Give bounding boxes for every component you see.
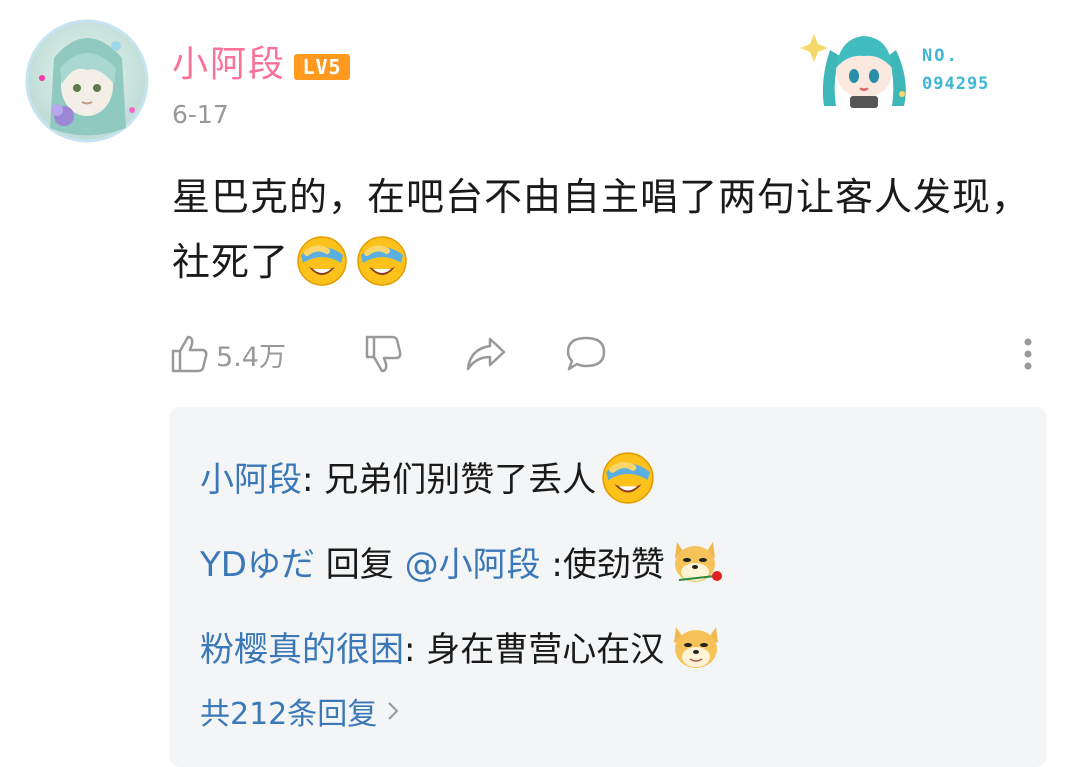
- facepalm-laugh-emoji: [602, 452, 654, 504]
- like-count: 5.4万: [216, 341, 286, 373]
- reply-button[interactable]: [564, 328, 608, 380]
- miku-chibi-icon: [800, 34, 906, 108]
- more-vertical-icon: [1024, 338, 1032, 370]
- chevron-right-icon: [388, 702, 399, 720]
- more-button[interactable]: [1016, 328, 1040, 380]
- replies-box[interactable]: 小阿段: 兄弟们别赞了丢人 YDゆだ 回复 @小阿段 :使劲赞 粉樱真的很困: …: [170, 407, 1046, 767]
- view-all-replies-label: 共212条回复: [200, 697, 378, 732]
- level-badge: LV5: [294, 54, 350, 80]
- thumbs-down-icon: [365, 335, 402, 373]
- reply-word: 回复: [314, 545, 405, 585]
- badge-label: NO.: [922, 46, 959, 66]
- share-button[interactable]: [464, 328, 508, 380]
- reply-separator: :: [540, 545, 563, 585]
- reply-mention[interactable]: @小阿段: [405, 545, 541, 585]
- reply-username[interactable]: 粉樱真的很困: [200, 630, 404, 670]
- avatar-image: [25, 19, 149, 143]
- reply-text: 身在曹营心在汉: [426, 630, 665, 670]
- reply-text: 兄弟们别赞了丢人: [324, 460, 597, 500]
- dislike-button[interactable]: [362, 328, 404, 380]
- comment-bubble-icon: [566, 336, 606, 371]
- comment-action-bar: 5.4万: [168, 328, 1048, 380]
- doge-emoji: [674, 627, 719, 668]
- share-icon: [466, 337, 506, 371]
- view-all-replies-link[interactable]: 共212条回复: [200, 690, 399, 740]
- thumbs-up-icon: [171, 335, 208, 373]
- avatar[interactable]: [24, 18, 150, 144]
- reply-item[interactable]: YDゆだ 回复 @小阿段 :使劲赞: [200, 534, 725, 590]
- facepalm-laugh-emoji: [357, 236, 407, 286]
- reply-username[interactable]: 小阿段: [200, 460, 302, 500]
- reply-text: 使劲赞: [562, 545, 665, 585]
- reply-separator: :: [404, 630, 427, 670]
- fan-badge: NO. 094295: [800, 20, 1020, 110]
- badge-number: 094295: [922, 74, 990, 94]
- facepalm-laugh-emoji: [297, 236, 347, 286]
- reply-item[interactable]: 小阿段: 兄弟们别赞了丢人: [200, 449, 656, 505]
- doge-rose-emoji: [674, 542, 722, 582]
- comment-date: 6-17: [172, 100, 229, 129]
- reply-username[interactable]: YDゆだ: [200, 545, 315, 585]
- reply-item[interactable]: 粉樱真的很困: 身在曹营心在汉: [200, 619, 724, 675]
- comment-text: 星巴克的，在吧台不由自主唱了两句让客人发现，社死了: [172, 165, 1032, 295]
- comment-username[interactable]: 小阿段: [172, 40, 286, 90]
- like-button[interactable]: 5.4万: [168, 328, 286, 380]
- reply-separator: :: [302, 460, 325, 500]
